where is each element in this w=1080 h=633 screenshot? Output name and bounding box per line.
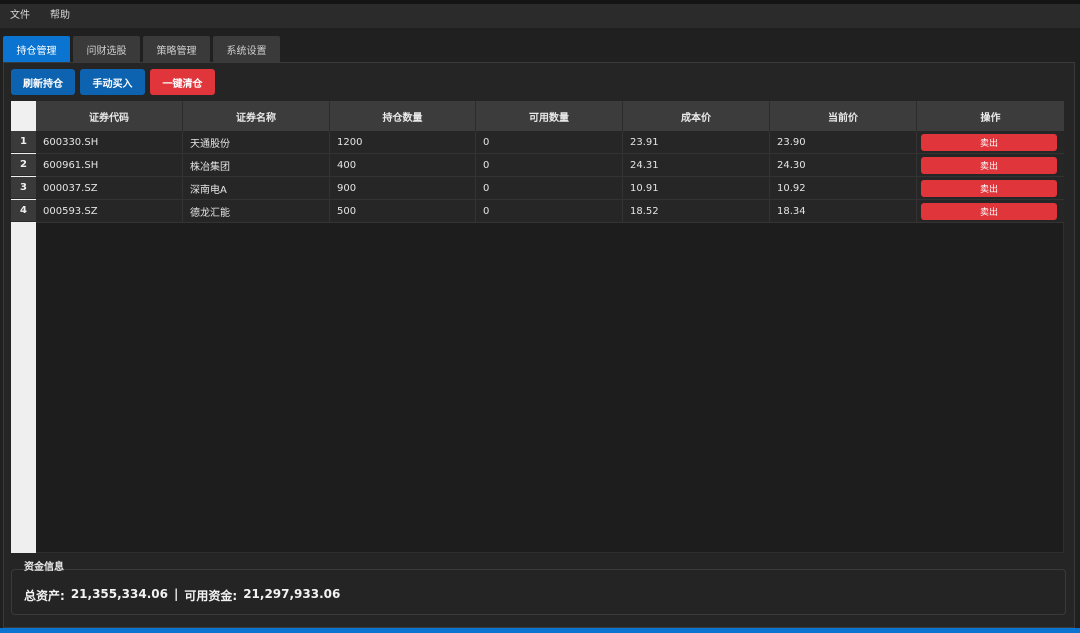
sell-button[interactable]: 卖出 — [921, 156, 1057, 174]
row-number[interactable]: 1 — [11, 131, 36, 153]
table-row[interactable]: 000593.SZ 德龙汇能 500 0 18.52 18.34 卖出 — [36, 200, 1064, 223]
cell-name[interactable]: 株冶集团 — [183, 154, 330, 176]
row-number[interactable]: 4 — [11, 200, 36, 222]
column-header-name[interactable]: 证券名称 — [183, 101, 330, 131]
table-corner-button[interactable] — [11, 101, 36, 131]
column-header-quantity[interactable]: 持仓数量 — [330, 101, 476, 131]
total-assets-value: 21,355,334.06 — [70, 587, 168, 601]
column-header-price[interactable]: 当前价 — [770, 101, 917, 131]
clear-all-button[interactable]: 一键清仓 — [150, 69, 215, 95]
cell-action: 卖出 — [917, 131, 1064, 153]
table-row[interactable]: 000037.SZ 深南电A 900 0 10.91 10.92 卖出 — [36, 177, 1064, 200]
available-funds-value: 21,297,933.06 — [243, 587, 341, 601]
table-row[interactable]: 600330.SH 天通股份 1200 0 23.91 23.90 卖出 — [36, 131, 1064, 154]
row-number[interactable]: 2 — [11, 154, 36, 176]
cell-name[interactable]: 德龙汇能 — [183, 200, 330, 222]
column-header-cost[interactable]: 成本价 — [623, 101, 770, 131]
cell-code[interactable]: 000037.SZ — [36, 177, 183, 199]
cell-code[interactable]: 000593.SZ — [36, 200, 183, 222]
tab-bar: 持仓管理 问财选股 策略管理 系统设置 — [0, 28, 1080, 62]
cell-quantity[interactable]: 900 — [330, 177, 476, 199]
cell-cost[interactable]: 18.52 — [623, 200, 770, 222]
total-assets-label: 总资产: — [24, 589, 65, 603]
sell-button[interactable]: 卖出 — [921, 202, 1057, 220]
cell-action: 卖出 — [917, 154, 1064, 176]
manual-buy-button[interactable]: 手动买入 — [80, 69, 145, 95]
menu-help[interactable]: 帮助 — [40, 4, 80, 28]
cell-cost[interactable]: 23.91 — [623, 131, 770, 153]
fund-summary: 总资产: 21,355,334.06 | 可用资金: 21,297,933.06 — [24, 587, 340, 604]
cell-name[interactable]: 天通股份 — [183, 131, 330, 153]
status-bar — [0, 628, 1080, 633]
sell-button[interactable]: 卖出 — [921, 179, 1057, 197]
cell-quantity[interactable]: 400 — [330, 154, 476, 176]
cell-quantity[interactable]: 1200 — [330, 131, 476, 153]
row-number[interactable]: 3 — [11, 177, 36, 199]
refresh-positions-button[interactable]: 刷新持仓 — [11, 69, 75, 95]
cell-price[interactable]: 23.90 — [770, 131, 917, 153]
table-header: 证券代码 证券名称 持仓数量 可用数量 成本价 当前价 操作 — [36, 101, 1064, 131]
fund-separator: | — [173, 587, 179, 601]
cell-available[interactable]: 0 — [476, 177, 623, 199]
cell-available[interactable]: 0 — [476, 200, 623, 222]
cell-cost[interactable]: 24.31 — [623, 154, 770, 176]
cell-code[interactable]: 600961.SH — [36, 154, 183, 176]
cell-quantity[interactable]: 500 — [330, 200, 476, 222]
cell-cost[interactable]: 10.91 — [623, 177, 770, 199]
cell-action: 卖出 — [917, 200, 1064, 222]
tab-strategy[interactable]: 策略管理 — [143, 36, 210, 62]
available-funds-label: 可用资金: — [184, 589, 238, 603]
cell-action: 卖出 — [917, 177, 1064, 199]
cell-price[interactable]: 24.30 — [770, 154, 917, 176]
column-header-code[interactable]: 证券代码 — [36, 101, 183, 131]
cell-available[interactable]: 0 — [476, 131, 623, 153]
cell-code[interactable]: 600330.SH — [36, 131, 183, 153]
menu-bar: 文件 帮助 — [0, 4, 1080, 28]
tab-positions[interactable]: 持仓管理 — [3, 36, 70, 62]
cell-name[interactable]: 深南电A — [183, 177, 330, 199]
cell-available[interactable]: 0 — [476, 154, 623, 176]
column-header-action[interactable]: 操作 — [917, 101, 1064, 131]
tab-wencai-stock-picker[interactable]: 问财选股 — [73, 36, 140, 62]
cell-price[interactable]: 18.34 — [770, 200, 917, 222]
sell-button[interactable]: 卖出 — [921, 133, 1057, 151]
fund-info-title: 资金信息 — [24, 562, 64, 573]
tab-settings[interactable]: 系统设置 — [213, 36, 280, 62]
cell-price[interactable]: 10.92 — [770, 177, 917, 199]
column-header-available[interactable]: 可用数量 — [476, 101, 623, 131]
table-row[interactable]: 600961.SH 株冶集团 400 0 24.31 24.30 卖出 — [36, 154, 1064, 177]
menu-file[interactable]: 文件 — [0, 4, 40, 28]
